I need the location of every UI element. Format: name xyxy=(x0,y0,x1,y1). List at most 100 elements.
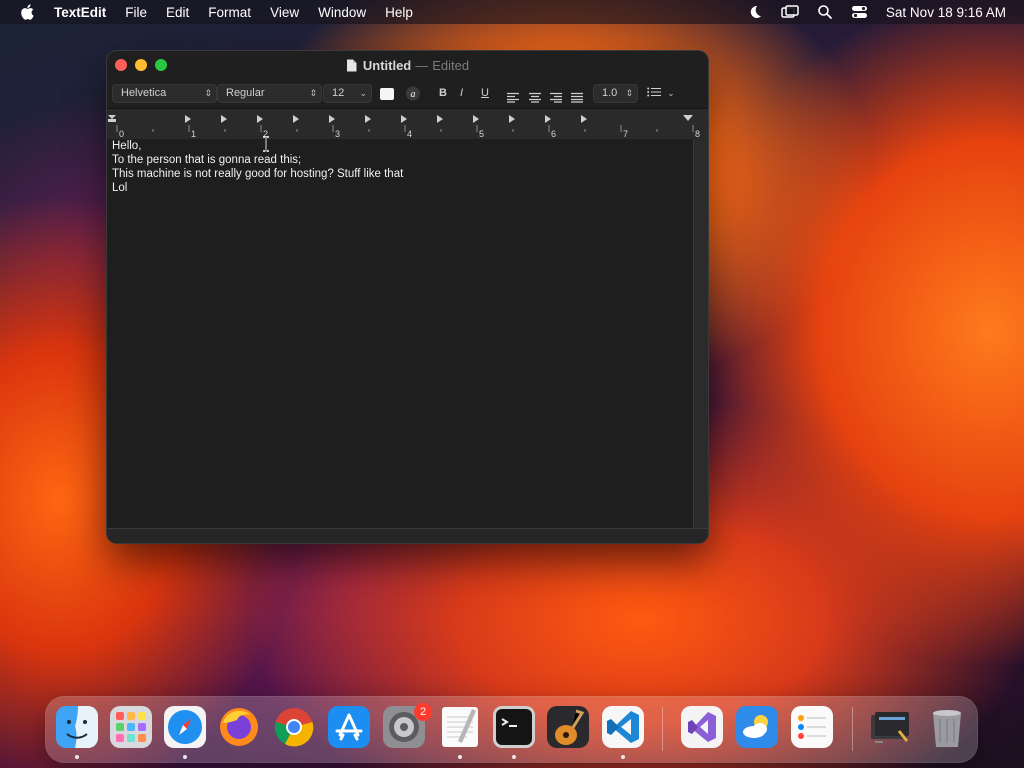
tab-stop-marker[interactable] xyxy=(545,115,551,123)
document-line: Hello, xyxy=(112,140,142,152)
ruler[interactable]: 012345678 xyxy=(107,108,708,140)
bold-button[interactable]: B xyxy=(439,84,447,103)
text-cursor-ibeam-icon xyxy=(263,136,269,152)
first-line-indent-marker[interactable] xyxy=(108,115,116,119)
italic-button[interactable]: I xyxy=(460,84,463,103)
menu-help[interactable]: Help xyxy=(385,5,413,20)
chevron-down-icon: ⌄ xyxy=(359,88,367,98)
list-bullets-popup[interactable]: ⌄ xyxy=(647,84,679,103)
apple-menu-icon[interactable] xyxy=(20,4,34,20)
ruler-label: 8 xyxy=(695,129,700,139)
reminders-icon[interactable] xyxy=(790,705,834,749)
align-justify-icon[interactable] xyxy=(571,88,584,107)
ruler-label: 0 xyxy=(119,129,124,139)
align-right-icon[interactable] xyxy=(550,88,563,107)
font-family-value: Helvetica xyxy=(121,87,167,99)
tab-stop-marker[interactable] xyxy=(257,115,263,123)
align-left-icon[interactable] xyxy=(507,88,520,107)
popup-arrows-icon: ⇕ xyxy=(204,88,212,98)
chrome-icon[interactable] xyxy=(272,705,316,749)
document-line: Lol xyxy=(112,182,128,194)
visual-studio-icon[interactable] xyxy=(680,705,724,749)
textedit-icon[interactable] xyxy=(438,705,482,749)
vscode-icon[interactable] xyxy=(601,705,645,749)
ruler-label: 1 xyxy=(191,129,196,139)
menu-file[interactable]: File xyxy=(125,5,147,20)
terminal-icon[interactable] xyxy=(492,705,536,749)
vertical-scrollbar[interactable] xyxy=(693,139,708,529)
title-separator: — xyxy=(415,58,429,73)
tab-stop-marker[interactable] xyxy=(365,115,371,123)
list-bullets-icon xyxy=(647,87,661,97)
text-color-swatch[interactable] xyxy=(380,88,394,100)
running-indicator xyxy=(458,755,462,759)
menu-bar: TextEdit File Edit Format View Window He… xyxy=(0,0,1024,24)
font-family-popup[interactable]: Helvetica ⇕ xyxy=(112,84,217,103)
ruler-scale: 012345678 xyxy=(108,115,700,139)
tab-stop-marker[interactable] xyxy=(401,115,407,123)
launchpad-icon[interactable] xyxy=(109,705,153,749)
trash-icon[interactable] xyxy=(925,705,969,749)
menu-window[interactable]: Window xyxy=(318,5,366,20)
document-icon[interactable] xyxy=(346,59,357,72)
running-indicator xyxy=(512,755,516,759)
menu-format[interactable]: Format xyxy=(208,5,251,20)
spotlight-search-icon[interactable] xyxy=(817,4,833,20)
tab-stop-marker[interactable] xyxy=(473,115,479,123)
running-indicator xyxy=(75,755,79,759)
menu-view[interactable]: View xyxy=(270,5,299,20)
screen-mirroring-icon[interactable] xyxy=(781,4,799,20)
menu-app-name[interactable]: TextEdit xyxy=(54,5,106,20)
horizontal-scrollbar[interactable] xyxy=(107,528,708,543)
font-size-combo[interactable]: 12 ⌄ xyxy=(323,84,372,103)
edited-status: Edited xyxy=(432,58,470,73)
highlight-color-button[interactable]: a xyxy=(405,86,421,101)
menu-edit[interactable]: Edit xyxy=(166,5,189,20)
dock-divider xyxy=(662,707,663,751)
ruler-label: 4 xyxy=(407,129,412,139)
line-spacing-value: 1.0 xyxy=(602,87,618,99)
right-margin-marker[interactable] xyxy=(683,115,693,121)
running-indicator xyxy=(621,755,625,759)
align-center-icon[interactable] xyxy=(529,88,542,107)
tab-stop-marker[interactable] xyxy=(185,115,191,123)
dock-divider xyxy=(852,707,853,751)
garageband-icon[interactable] xyxy=(546,705,590,749)
finder-icon[interactable] xyxy=(55,705,99,749)
tab-stop-marker[interactable] xyxy=(509,115,515,123)
highlight-a-icon: a xyxy=(406,86,420,101)
menu-bar-clock[interactable]: Sat Nov 18 9:16 AM xyxy=(886,5,1006,20)
font-style-popup[interactable]: Regular ⇕ xyxy=(217,84,322,103)
screenshot-folder-icon[interactable] xyxy=(869,705,913,749)
ruler-label: 5 xyxy=(479,129,484,139)
window-title: Untitled — Edited xyxy=(107,58,708,73)
line-spacing-popup[interactable]: 1.0 ⇕ xyxy=(593,84,638,103)
window-title-text: Untitled xyxy=(362,58,412,73)
focus-moon-icon[interactable] xyxy=(747,4,763,20)
weather-icon[interactable] xyxy=(735,705,779,749)
text-editor[interactable]: Hello, To the person that is gonna read … xyxy=(107,139,692,529)
firefox-icon[interactable] xyxy=(217,705,261,749)
popup-arrows-icon: ⇕ xyxy=(625,88,633,98)
control-center-icon[interactable] xyxy=(851,4,868,20)
popup-arrows-icon: ⇕ xyxy=(309,88,317,98)
tab-stop-marker[interactable] xyxy=(329,115,335,123)
ruler-label: 7 xyxy=(623,129,628,139)
tab-stop-marker[interactable] xyxy=(581,115,587,123)
textedit-window: Untitled — Edited Helvetica ⇕ Regular ⇕ 12… xyxy=(107,51,708,543)
menu-bar-extras: Sat Nov 18 9:16 AM xyxy=(729,0,1006,24)
tab-stop-marker[interactable] xyxy=(437,115,443,123)
font-style-value: Regular xyxy=(226,87,265,99)
title-bar[interactable]: Untitled — Edited xyxy=(107,51,708,81)
left-indent-marker[interactable] xyxy=(108,119,116,122)
safari-icon[interactable] xyxy=(163,705,207,749)
format-toolbar: Helvetica ⇕ Regular ⇕ 12 ⌄ a B I U 1.0 ⇕… xyxy=(107,83,708,107)
ruler-label: 3 xyxy=(335,129,340,139)
underline-button[interactable]: U xyxy=(481,84,489,103)
document-line: This machine is not really good for host… xyxy=(112,168,404,180)
tab-stop-marker[interactable] xyxy=(293,115,299,123)
ruler-label: 6 xyxy=(551,129,556,139)
app-store-icon[interactable] xyxy=(327,705,371,749)
tab-stop-marker[interactable] xyxy=(221,115,227,123)
notification-badge: 2 xyxy=(414,703,432,721)
